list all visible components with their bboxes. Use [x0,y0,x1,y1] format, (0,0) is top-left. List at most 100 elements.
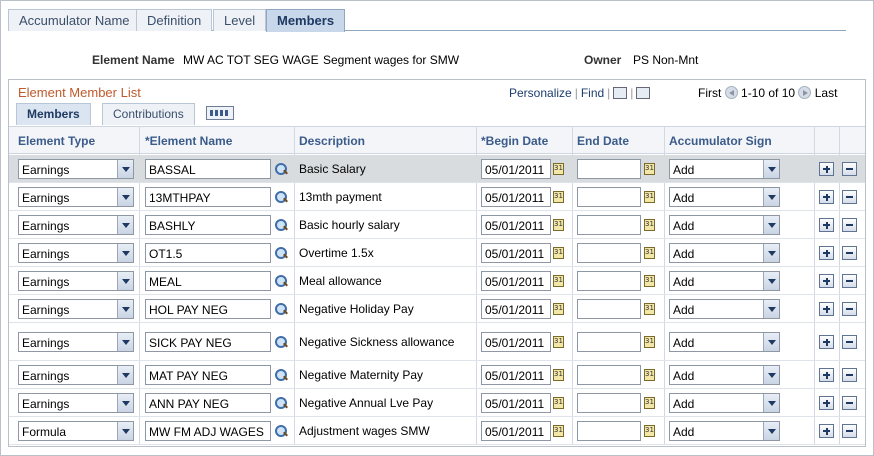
end-date-field[interactable] [577,159,641,179]
begin-date-field[interactable]: 05/01/2011 [481,243,551,263]
add-row-button[interactable] [819,218,834,232]
element-type-select[interactable]: Earnings [18,159,134,179]
calendar-icon[interactable] [553,275,564,287]
lookup-icon[interactable] [274,162,288,176]
subtab-members[interactable]: Members [16,103,91,125]
element-name-field[interactable]: OT1.5 [145,243,271,263]
add-row-button[interactable] [819,396,834,410]
element-name-field[interactable]: BASHLY [145,215,271,235]
add-row-button[interactable] [819,302,834,316]
delete-row-button[interactable] [842,368,857,382]
calendar-icon[interactable] [644,275,655,287]
show-all-columns-icon[interactable] [206,106,234,120]
end-date-field[interactable] [577,299,641,319]
calendar-icon[interactable] [553,219,564,231]
element-name-field[interactable]: ANN PAY NEG [145,393,271,413]
download-icon[interactable] [636,87,651,99]
accumulator-sign-select[interactable]: Add [669,299,780,319]
delete-row-button[interactable] [842,190,857,204]
begin-date-field[interactable]: 05/01/2011 [481,215,551,235]
element-name-field[interactable]: MW FM ADJ WAGES [145,421,271,441]
end-date-field[interactable] [577,215,641,235]
add-row-button[interactable] [819,190,834,204]
element-type-select[interactable]: Earnings [18,215,134,235]
delete-row-button[interactable] [842,424,857,438]
delete-row-button[interactable] [842,396,857,410]
view-all-icon[interactable] [613,87,628,99]
delete-row-button[interactable] [842,302,857,316]
end-date-field[interactable] [577,393,641,413]
calendar-icon[interactable] [553,163,564,175]
calendar-icon[interactable] [644,219,655,231]
add-row-button[interactable] [819,424,834,438]
calendar-icon[interactable] [553,247,564,259]
begin-date-field[interactable]: 05/01/2011 [481,332,551,352]
element-type-select[interactable]: Earnings [18,299,134,319]
element-name-field[interactable]: BASSAL [145,159,271,179]
calendar-icon[interactable] [644,425,655,437]
accumulator-sign-select[interactable]: Add [669,187,780,207]
delete-row-button[interactable] [842,246,857,260]
calendar-icon[interactable] [553,303,564,315]
delete-row-button[interactable] [842,162,857,176]
add-row-button[interactable] [819,246,834,260]
calendar-icon[interactable] [644,336,655,348]
element-type-select[interactable]: Earnings [18,271,134,291]
lookup-icon[interactable] [274,218,288,232]
tab-accumulator-name[interactable]: Accumulator Name [8,9,141,31]
accumulator-sign-select[interactable]: Add [669,243,780,263]
accumulator-sign-select[interactable]: Add [669,159,780,179]
calendar-icon[interactable] [644,247,655,259]
begin-date-field[interactable]: 05/01/2011 [481,421,551,441]
subtab-contributions[interactable]: Contributions [102,103,195,125]
element-type-select[interactable]: Earnings [18,365,134,385]
begin-date-field[interactable]: 05/01/2011 [481,365,551,385]
lookup-icon[interactable] [274,335,288,349]
begin-date-field[interactable]: 05/01/2011 [481,271,551,291]
end-date-field[interactable] [577,365,641,385]
end-date-field[interactable] [577,271,641,291]
add-row-button[interactable] [819,335,834,349]
begin-date-field[interactable]: 05/01/2011 [481,159,551,179]
lookup-icon[interactable] [274,190,288,204]
element-name-field[interactable]: MAT PAY NEG [145,365,271,385]
add-row-button[interactable] [819,274,834,288]
calendar-icon[interactable] [644,369,655,381]
previous-arrow-icon[interactable] [724,86,738,99]
delete-row-button[interactable] [842,274,857,288]
delete-row-button[interactable] [842,335,857,349]
accumulator-sign-select[interactable]: Add [669,332,780,352]
calendar-icon[interactable] [553,425,564,437]
accumulator-sign-select[interactable]: Add [669,421,780,441]
end-date-field[interactable] [577,332,641,352]
end-date-field[interactable] [577,421,641,441]
end-date-field[interactable] [577,243,641,263]
add-row-button[interactable] [819,162,834,176]
begin-date-field[interactable]: 05/01/2011 [481,187,551,207]
element-name-field[interactable]: HOL PAY NEG [145,299,271,319]
accumulator-sign-select[interactable]: Add [669,271,780,291]
calendar-icon[interactable] [553,191,564,203]
element-name-field[interactable]: SICK PAY NEG [145,332,271,352]
accumulator-sign-select[interactable]: Add [669,393,780,413]
calendar-icon[interactable] [644,397,655,409]
calendar-icon[interactable] [553,369,564,381]
element-type-select[interactable]: Earnings [18,243,134,263]
element-name-field[interactable]: MEAL [145,271,271,291]
calendar-icon[interactable] [553,397,564,409]
lookup-icon[interactable] [274,368,288,382]
calendar-icon[interactable] [553,336,564,348]
calendar-icon[interactable] [644,303,655,315]
accumulator-sign-select[interactable]: Add [669,215,780,235]
calendar-icon[interactable] [644,191,655,203]
lookup-icon[interactable] [274,396,288,410]
element-type-select[interactable]: Formula [18,421,134,441]
find-link[interactable]: Find [581,86,604,100]
personalize-link[interactable]: Personalize [509,86,572,100]
element-type-select[interactable]: Earnings [18,332,134,352]
accumulator-sign-select[interactable]: Add [669,365,780,385]
next-arrow-icon[interactable] [798,86,812,99]
element-type-select[interactable]: Earnings [18,187,134,207]
begin-date-field[interactable]: 05/01/2011 [481,299,551,319]
lookup-icon[interactable] [274,302,288,316]
